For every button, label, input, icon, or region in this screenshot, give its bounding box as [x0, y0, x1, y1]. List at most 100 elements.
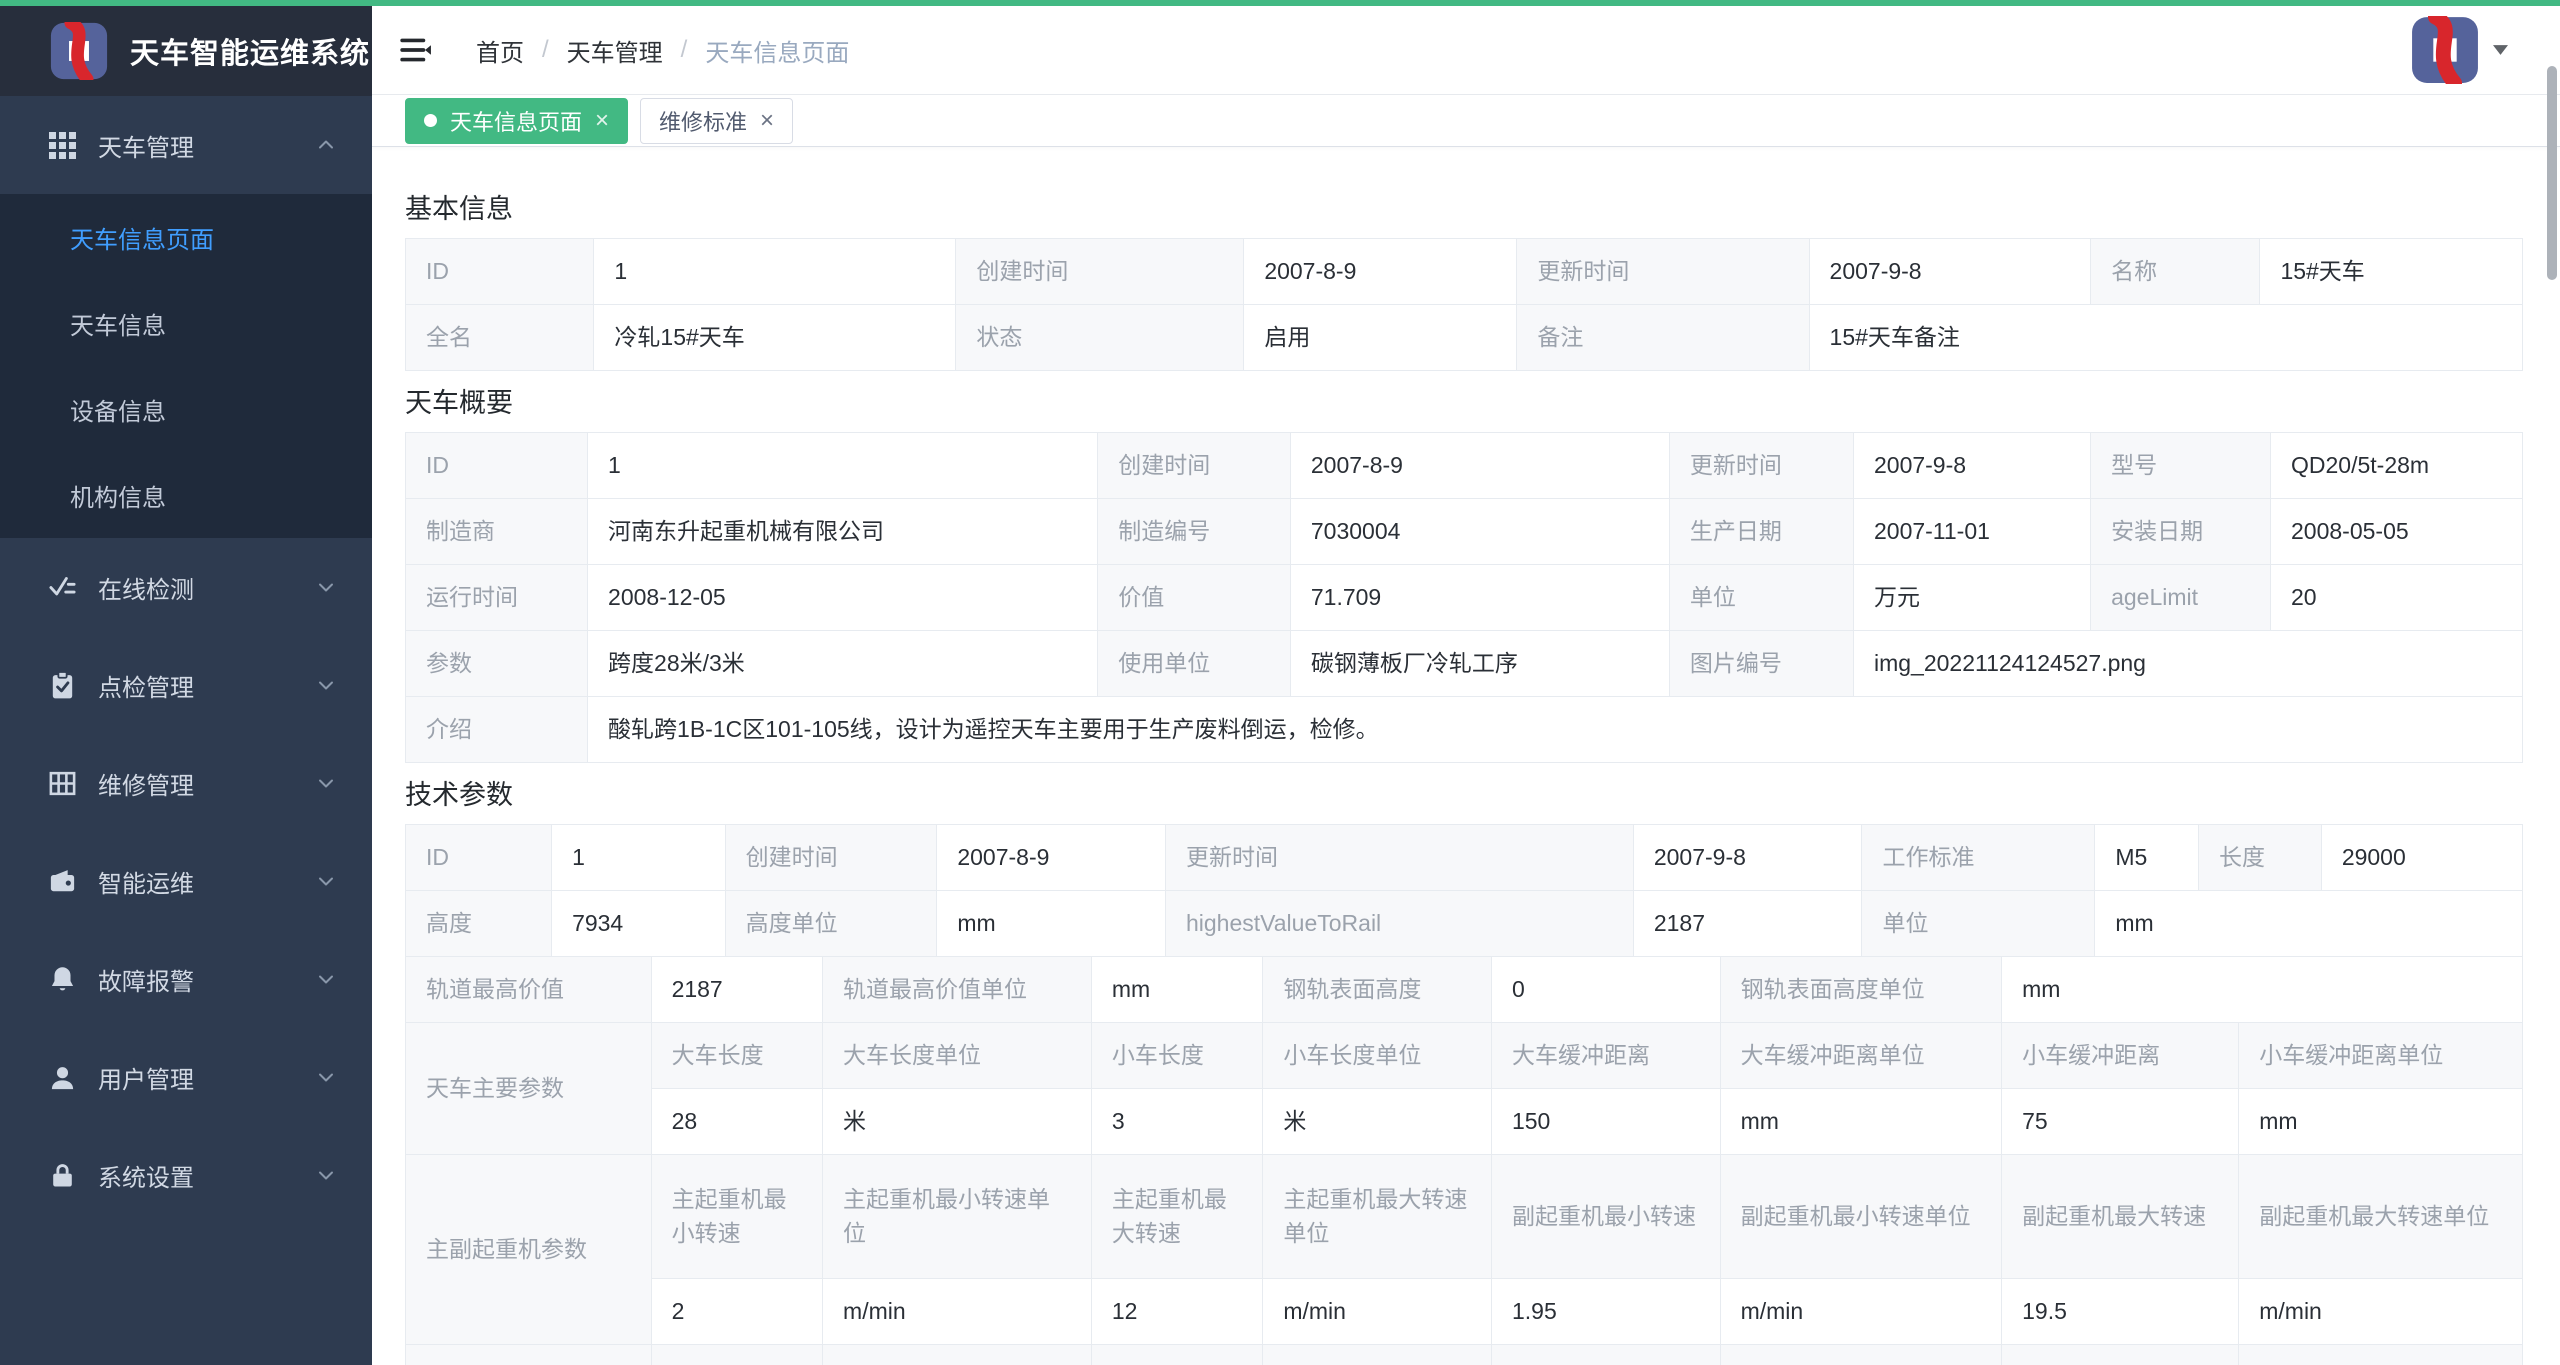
field-label: 高度单位 — [725, 891, 937, 957]
sidebar-group[interactable]: 天车管理 — [0, 96, 372, 194]
breadcrumb-item[interactable]: 首页 — [476, 33, 524, 68]
field-value: 跨度28米/3米 — [588, 631, 1098, 697]
sidebar-collapse-icon[interactable] — [400, 36, 432, 64]
field-value: 启用 — [1244, 305, 1517, 371]
chevron-down-icon — [314, 771, 338, 795]
field-value: mm — [2239, 1089, 2523, 1155]
field-label: 价值 — [1098, 565, 1291, 631]
chevron-down-icon — [314, 575, 338, 599]
sidebar-group[interactable]: 用户管理 — [0, 1028, 372, 1126]
field-value: mm — [1091, 957, 1262, 1023]
field-label: 大车缓冲距离 — [1491, 1023, 1720, 1089]
field-label: 更新时间 — [1669, 433, 1853, 499]
sidebar-group-label: 维修管理 — [98, 766, 194, 801]
sidebar-group[interactable]: 在线检测 — [0, 538, 372, 636]
info-table: ID1创建时间2007-8-9更新时间2007-9-8型号QD20/5t-28m… — [405, 432, 2523, 763]
field-label: 钢轨表面高度 — [1263, 957, 1492, 1023]
close-icon[interactable]: × — [760, 109, 774, 133]
field-value: 7030004 — [1290, 499, 1669, 565]
header-user-area — [2411, 16, 2508, 84]
sidebar-subitem[interactable]: 机构信息 — [0, 452, 372, 538]
field-label: 创建时间 — [956, 239, 1244, 305]
field-label: 轨道最高价值 — [406, 957, 652, 1023]
field-value: 碳钢薄板厂冷轧工序 — [1290, 631, 1669, 697]
chevron-down-icon — [314, 1065, 338, 1089]
field-label: highestValueToRail — [1165, 891, 1633, 957]
field-label: 主起重机最小转速 — [651, 1155, 822, 1279]
header: 首页/天车管理/天车信息页面 — [372, 6, 2560, 95]
field-value: 19.5 — [2002, 1279, 2239, 1345]
field-value: 2008-05-05 — [2271, 499, 2523, 565]
field-value: mm — [1720, 1089, 2002, 1155]
field-label: ID — [406, 239, 594, 305]
field-label: 小车长度 — [1091, 1023, 1262, 1089]
field-label: ID — [406, 433, 588, 499]
field-value: 71.709 — [1290, 565, 1669, 631]
tab[interactable]: 天车信息页面× — [405, 98, 628, 144]
tab[interactable]: 维修标准× — [640, 98, 793, 144]
app-logo-row[interactable]: 天车智能运维系统 — [0, 6, 372, 96]
sidebar-subitem[interactable]: 天车信息 — [0, 280, 372, 366]
sidebar-group-label: 智能运维 — [98, 864, 194, 899]
sidebar-group[interactable]: 系统设置 — [0, 1126, 372, 1224]
field-value: 2007-9-8 — [1633, 825, 1862, 891]
field-label: 生产日期 — [1669, 499, 1853, 565]
field-value: 3 — [1091, 1089, 1262, 1155]
film-grid-icon — [47, 768, 78, 799]
breadcrumb-separator: / — [681, 36, 688, 64]
field-value: 2008-12-05 — [588, 565, 1098, 631]
breadcrumb-item[interactable]: 天车管理 — [567, 33, 663, 68]
field-label — [406, 1345, 652, 1365]
caret-down-icon[interactable] — [2493, 45, 2508, 55]
checklist-icon — [47, 572, 78, 603]
field-value: mm — [2095, 891, 2523, 957]
section-title: 技术参数 — [405, 773, 2523, 812]
page-scrollbar-thumb[interactable] — [2547, 66, 2557, 280]
avatar[interactable] — [2411, 16, 2479, 84]
sidebar-group[interactable]: 智能运维 — [0, 832, 372, 930]
field-value: m/min — [823, 1279, 1092, 1345]
sidebar-group[interactable]: 维修管理 — [0, 734, 372, 832]
field-label: 主起重机最小转速单位 — [823, 1155, 1092, 1279]
field-value: mm — [2002, 957, 2523, 1023]
field-value: 米 — [1263, 1089, 1492, 1155]
field-label: 更新时间 — [1165, 825, 1633, 891]
field-value: 冷轧15#天车 — [594, 305, 956, 371]
sidebar-group-label: 系统设置 — [98, 1158, 194, 1193]
field-value: 12 — [1091, 1279, 1262, 1345]
sidebar-menu: 天车管理天车信息页面天车信息设备信息机构信息在线检测点检管理维修管理智能运维故障… — [0, 96, 372, 1224]
info-table: ID1创建时间2007-8-9更新时间2007-9-8工作标准M5长度29000… — [405, 824, 2523, 957]
field-label: 创建时间 — [725, 825, 937, 891]
info-table: 轨道最高价值2187轨道最高价值单位mm钢轨表面高度0钢轨表面高度单位mm — [405, 956, 2523, 1023]
sidebar-group-label: 用户管理 — [98, 1060, 194, 1095]
field-label: 长度 — [2199, 825, 2322, 891]
chevron-up-icon — [314, 133, 338, 157]
content-sections: 基本信息ID1创建时间2007-8-9更新时间2007-9-8名称15#天车全名… — [372, 147, 2560, 1365]
sidebar-subitem[interactable]: 天车信息页面 — [0, 194, 372, 280]
info-table: ID1创建时间2007-8-9更新时间2007-9-8名称15#天车全名冷轧15… — [405, 238, 2523, 371]
field-label: 大车最大速度 — [1091, 1345, 1262, 1365]
chevron-down-icon — [314, 1163, 338, 1187]
field-value: 2007-9-8 — [1853, 433, 2090, 499]
field-label: 主起重机最大转速 — [1091, 1155, 1262, 1279]
sidebar-submenu: 天车信息页面天车信息设备信息机构信息 — [0, 194, 372, 538]
field-value: 河南东升起重机械有限公司 — [588, 499, 1098, 565]
field-label: 主副起重机参数 — [406, 1155, 652, 1345]
field-label: 大车长度 — [651, 1023, 822, 1089]
field-value: img_20221124124527.png — [1853, 631, 2522, 697]
field-label: 介绍 — [406, 697, 588, 763]
sidebar-subitem[interactable]: 设备信息 — [0, 366, 372, 452]
sidebar-group[interactable]: 故障报警 — [0, 930, 372, 1028]
top-accent-bar — [0, 0, 2560, 6]
field-value: 28 — [651, 1089, 822, 1155]
close-icon[interactable]: × — [595, 109, 609, 133]
field-label: 工作标准 — [1862, 825, 2095, 891]
field-label: 大车最小速度 — [651, 1345, 822, 1365]
field-value: 2 — [651, 1279, 822, 1345]
field-label: 制造商 — [406, 499, 588, 565]
field-label: 创建时间 — [1098, 433, 1291, 499]
field-value: 0 — [1491, 957, 1720, 1023]
chevron-down-icon — [314, 673, 338, 697]
sidebar-group[interactable]: 点检管理 — [0, 636, 372, 734]
active-tab-dot-icon — [424, 114, 437, 127]
